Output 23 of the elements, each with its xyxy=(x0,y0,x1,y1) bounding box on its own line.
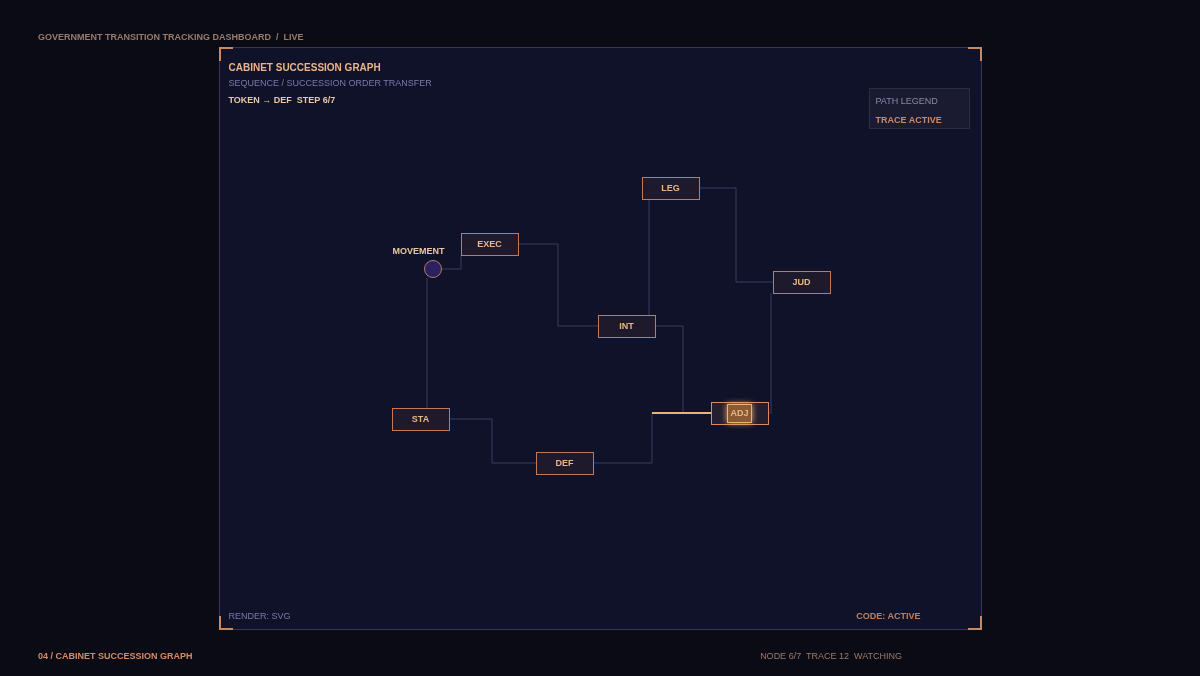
footer-note: RENDER: SVG xyxy=(228,609,291,623)
graph-node[interactable]: LEG xyxy=(641,177,700,200)
footer-note: CODE: ACTIVE xyxy=(856,609,921,623)
origin-label: MOVEMENT xyxy=(392,245,445,258)
corner-bracket xyxy=(218,47,233,61)
graph-node[interactable]: INT xyxy=(597,315,656,338)
page-footer-status: NODE 6/7 TRACE 12 WATCHING xyxy=(760,650,902,663)
origin-node[interactable] xyxy=(423,260,442,278)
legend-heading: PATH LEGEND xyxy=(875,95,939,108)
graph-node[interactable]: STA xyxy=(391,408,450,431)
panel-title: CABINET SUCCESSION GRAPH xyxy=(228,61,381,75)
corner-bracket xyxy=(967,47,982,61)
status-text: TOKEN → DEF STEP 6/7 xyxy=(228,93,336,107)
panel-subtitle: SEQUENCE / SUCCESSION ORDER TRANSFER xyxy=(228,77,432,90)
connector-line xyxy=(592,412,652,464)
graph-node[interactable]: JUD xyxy=(772,271,831,294)
page-footer-title: 04 / CABINET SUCCESSION GRAPH xyxy=(38,650,193,663)
graph-node[interactable]: DEF xyxy=(535,452,594,475)
breadcrumb: GOVERNMENT TRANSITION TRACKING DASHBOARD / LIVE xyxy=(38,32,304,42)
connector-line xyxy=(441,254,461,270)
graph-node[interactable]: EXEC xyxy=(460,233,519,256)
corner-bracket xyxy=(967,616,982,630)
legend-item: TRACE ACTIVE xyxy=(875,113,943,127)
